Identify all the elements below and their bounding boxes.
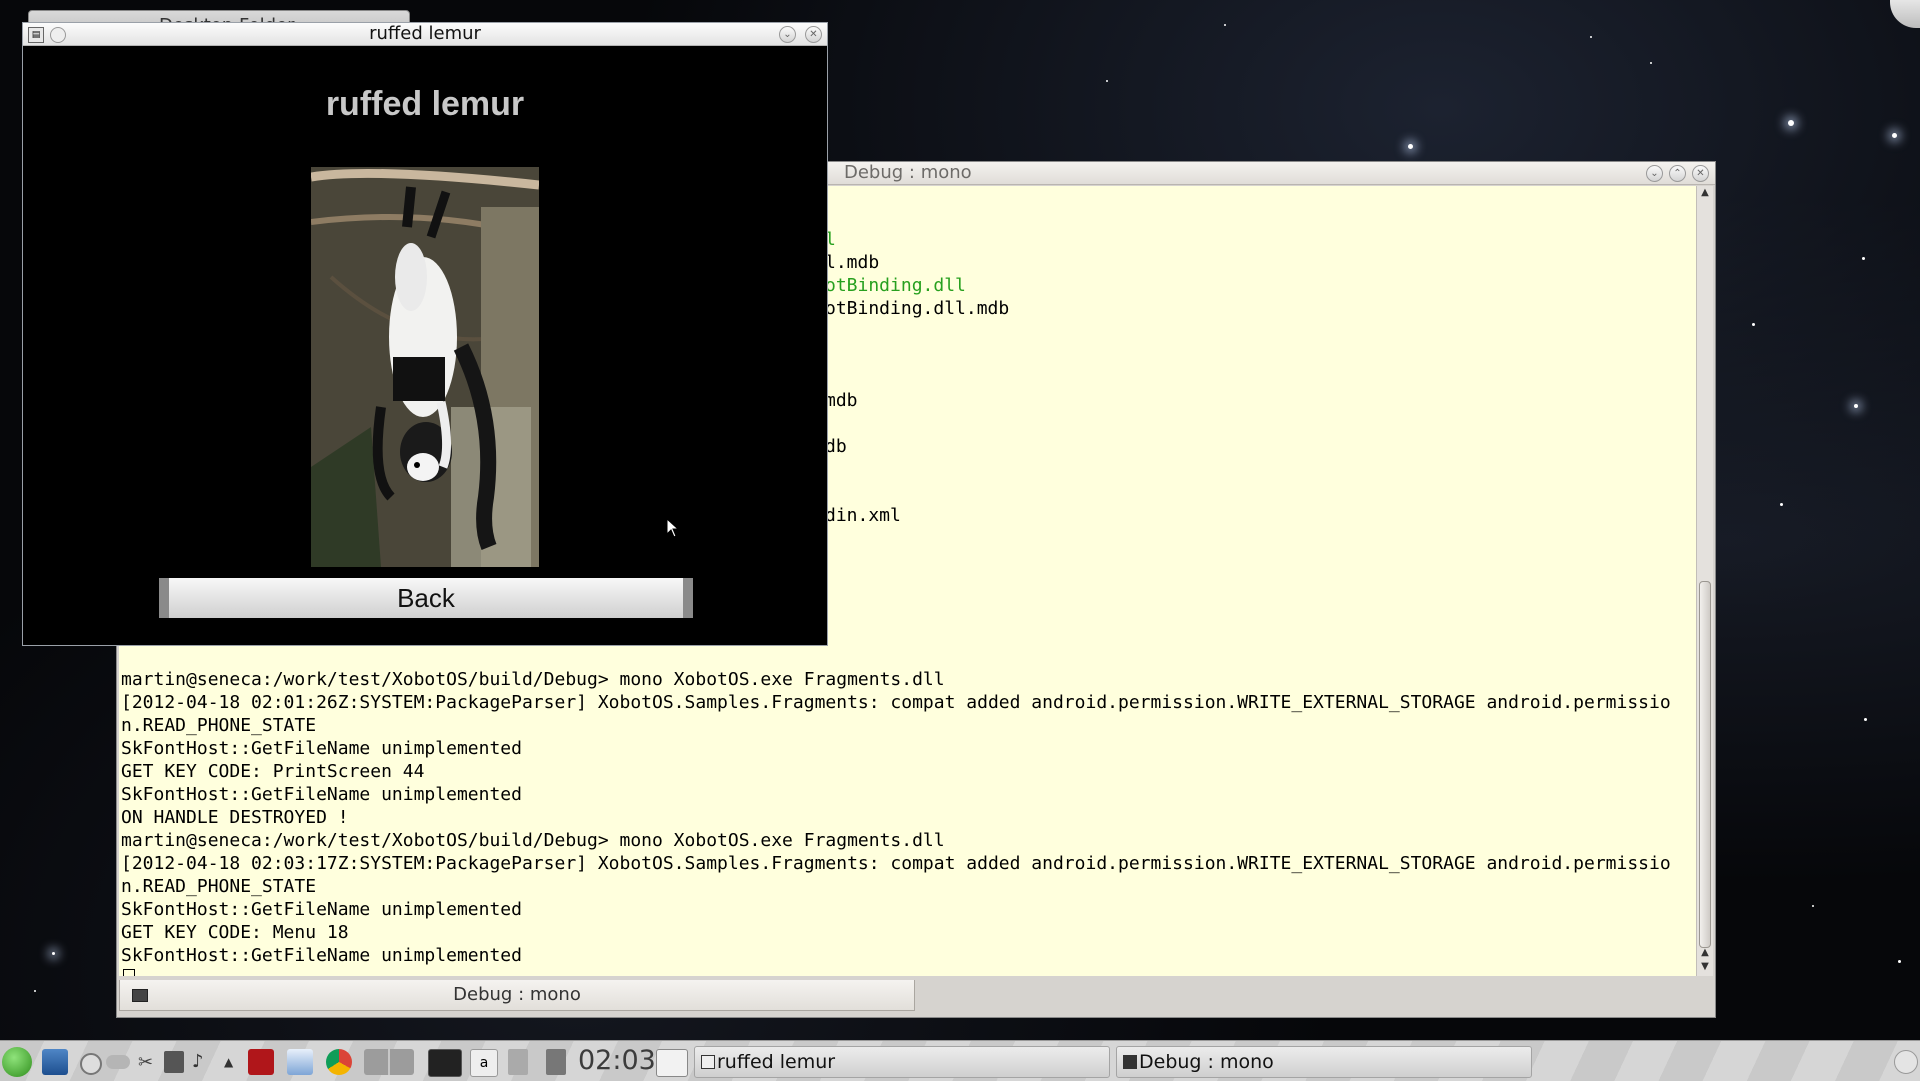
terminal-line: otBinding.dll	[825, 275, 966, 296]
terminal-tabbar: Debug : mono	[119, 980, 1711, 1012]
kde-menu-icon[interactable]	[2, 1047, 32, 1077]
taskbar-task-debug[interactable]: Debug : mono	[1116, 1046, 1532, 1078]
chrome-icon[interactable]	[326, 1049, 352, 1075]
info-icon[interactable]	[80, 1053, 102, 1075]
app-window-title: ruffed lemur	[369, 23, 481, 44]
terminal-line: martin@seneca:/work/test/XobotOS/build/D…	[121, 830, 945, 851]
lemur-photo-art	[311, 167, 539, 567]
close-icon[interactable]: ✕	[805, 26, 822, 43]
task-label: ruffed lemur	[717, 1051, 836, 1073]
scroll-up-icon[interactable]: ▲	[1697, 186, 1713, 200]
terminal-icon[interactable]	[428, 1049, 462, 1077]
text-icon[interactable]: a	[470, 1049, 498, 1077]
terminal-tab[interactable]: Debug : mono	[119, 980, 915, 1011]
terminal-line: SkFontHost::GetFileName unimplemented	[121, 899, 522, 920]
star	[1864, 718, 1867, 721]
taskbar-clock[interactable]: 02:03	[578, 1041, 656, 1081]
minimize-icon[interactable]: ⌄	[1646, 165, 1663, 182]
terminal-line: martin@seneca:/work/test/XobotOS/build/D…	[121, 669, 945, 690]
mouse-pointer-icon	[666, 518, 680, 538]
star	[52, 952, 55, 955]
device-icon[interactable]	[164, 1051, 184, 1073]
terminal-line: [2012-04-18 02:01:26Z:SYSTEM:PackagePars…	[121, 692, 1671, 713]
terminal-line: ON HANDLE DESTROYED !	[121, 807, 349, 828]
terminal-line: n.READ_PHONE_STATE	[121, 715, 317, 736]
dictionary-icon[interactable]	[248, 1049, 274, 1075]
calculator-icon[interactable]	[546, 1049, 566, 1075]
star	[34, 990, 36, 992]
scrollbar-thumb[interactable]	[1699, 581, 1711, 948]
app-titlebar[interactable]: ▤ ruffed lemur ⌄ ✕	[23, 23, 827, 46]
star	[1224, 24, 1226, 26]
terminal-cursor	[123, 969, 135, 976]
pager-icon[interactable]	[364, 1049, 414, 1075]
animal-heading: ruffed lemur	[325, 85, 525, 123]
star	[1752, 323, 1755, 326]
terminal-title: Debug : mono	[844, 162, 972, 183]
scroll-up-icon[interactable]: ▲	[1697, 946, 1713, 960]
maximize-icon[interactable]: ⌃	[1669, 165, 1686, 182]
terminal-line: n.READ_PHONE_STATE	[121, 876, 317, 897]
windows-icon[interactable]	[656, 1049, 688, 1077]
window-icon	[701, 1055, 715, 1069]
star	[1892, 133, 1897, 138]
terminal-line: GET KEY CODE: Menu 18	[121, 922, 349, 943]
terminal-line: [2012-04-18 02:03:17Z:SYSTEM:PackagePars…	[121, 853, 1671, 874]
arrow-up-icon[interactable]: ▲	[224, 1055, 238, 1069]
minimize-icon[interactable]: ⌄	[779, 26, 796, 43]
back-button[interactable]: Back	[159, 578, 693, 618]
volume-icon[interactable]: ♪	[192, 1051, 214, 1073]
star	[1862, 257, 1865, 260]
lemur-app-window[interactable]: ▤ ruffed lemur ⌄ ✕ ruffed lemur Back	[22, 22, 828, 646]
star	[1854, 404, 1858, 408]
close-icon[interactable]: ✕	[1692, 165, 1709, 182]
terminal-line: l.mdb	[825, 252, 880, 273]
terminal-line: din.xml	[825, 505, 901, 526]
terminal-scrollbar[interactable]: ▲ ▲ ▼	[1696, 186, 1713, 976]
star	[1408, 144, 1413, 149]
taskbar-task-lemur[interactable]: ruffed lemur	[694, 1046, 1110, 1078]
terminal-line: mdb	[825, 390, 858, 411]
terminal-line: SkFontHost::GetFileName unimplemented	[121, 784, 522, 805]
star	[1812, 905, 1814, 907]
star	[1788, 120, 1794, 126]
taskbar: ✂ ♪ ▲ a 02:03 ruffed lemur Debug : mono	[0, 1040, 1920, 1081]
terminal-line: GET KEY CODE: PrintScreen 44	[121, 761, 425, 782]
star	[1898, 960, 1901, 963]
star	[1106, 80, 1108, 82]
terminal-line: otBinding.dll.mdb	[825, 298, 1010, 319]
star	[1780, 503, 1783, 506]
weather-icon[interactable]	[106, 1055, 130, 1069]
desktop-icon[interactable]	[42, 1049, 68, 1075]
star	[1590, 36, 1592, 38]
terminal-line: SkFontHost::GetFileName unimplemented	[121, 738, 522, 759]
terminal-line: SkFontHost::GetFileName unimplemented	[121, 945, 522, 966]
notes-icon[interactable]	[287, 1049, 313, 1075]
terminal-line: db	[825, 436, 847, 457]
scroll-down-icon[interactable]: ▼	[1697, 960, 1713, 974]
star	[1650, 62, 1652, 64]
scissors-icon[interactable]: ✂	[138, 1053, 158, 1073]
lemur-photo	[311, 167, 539, 567]
terminal-tab-label: Debug : mono	[453, 984, 581, 1005]
trash-icon[interactable]	[508, 1049, 528, 1075]
task-label: Debug : mono	[1139, 1051, 1274, 1073]
terminal-icon	[1123, 1055, 1137, 1069]
cashew-icon[interactable]	[1894, 1050, 1918, 1074]
